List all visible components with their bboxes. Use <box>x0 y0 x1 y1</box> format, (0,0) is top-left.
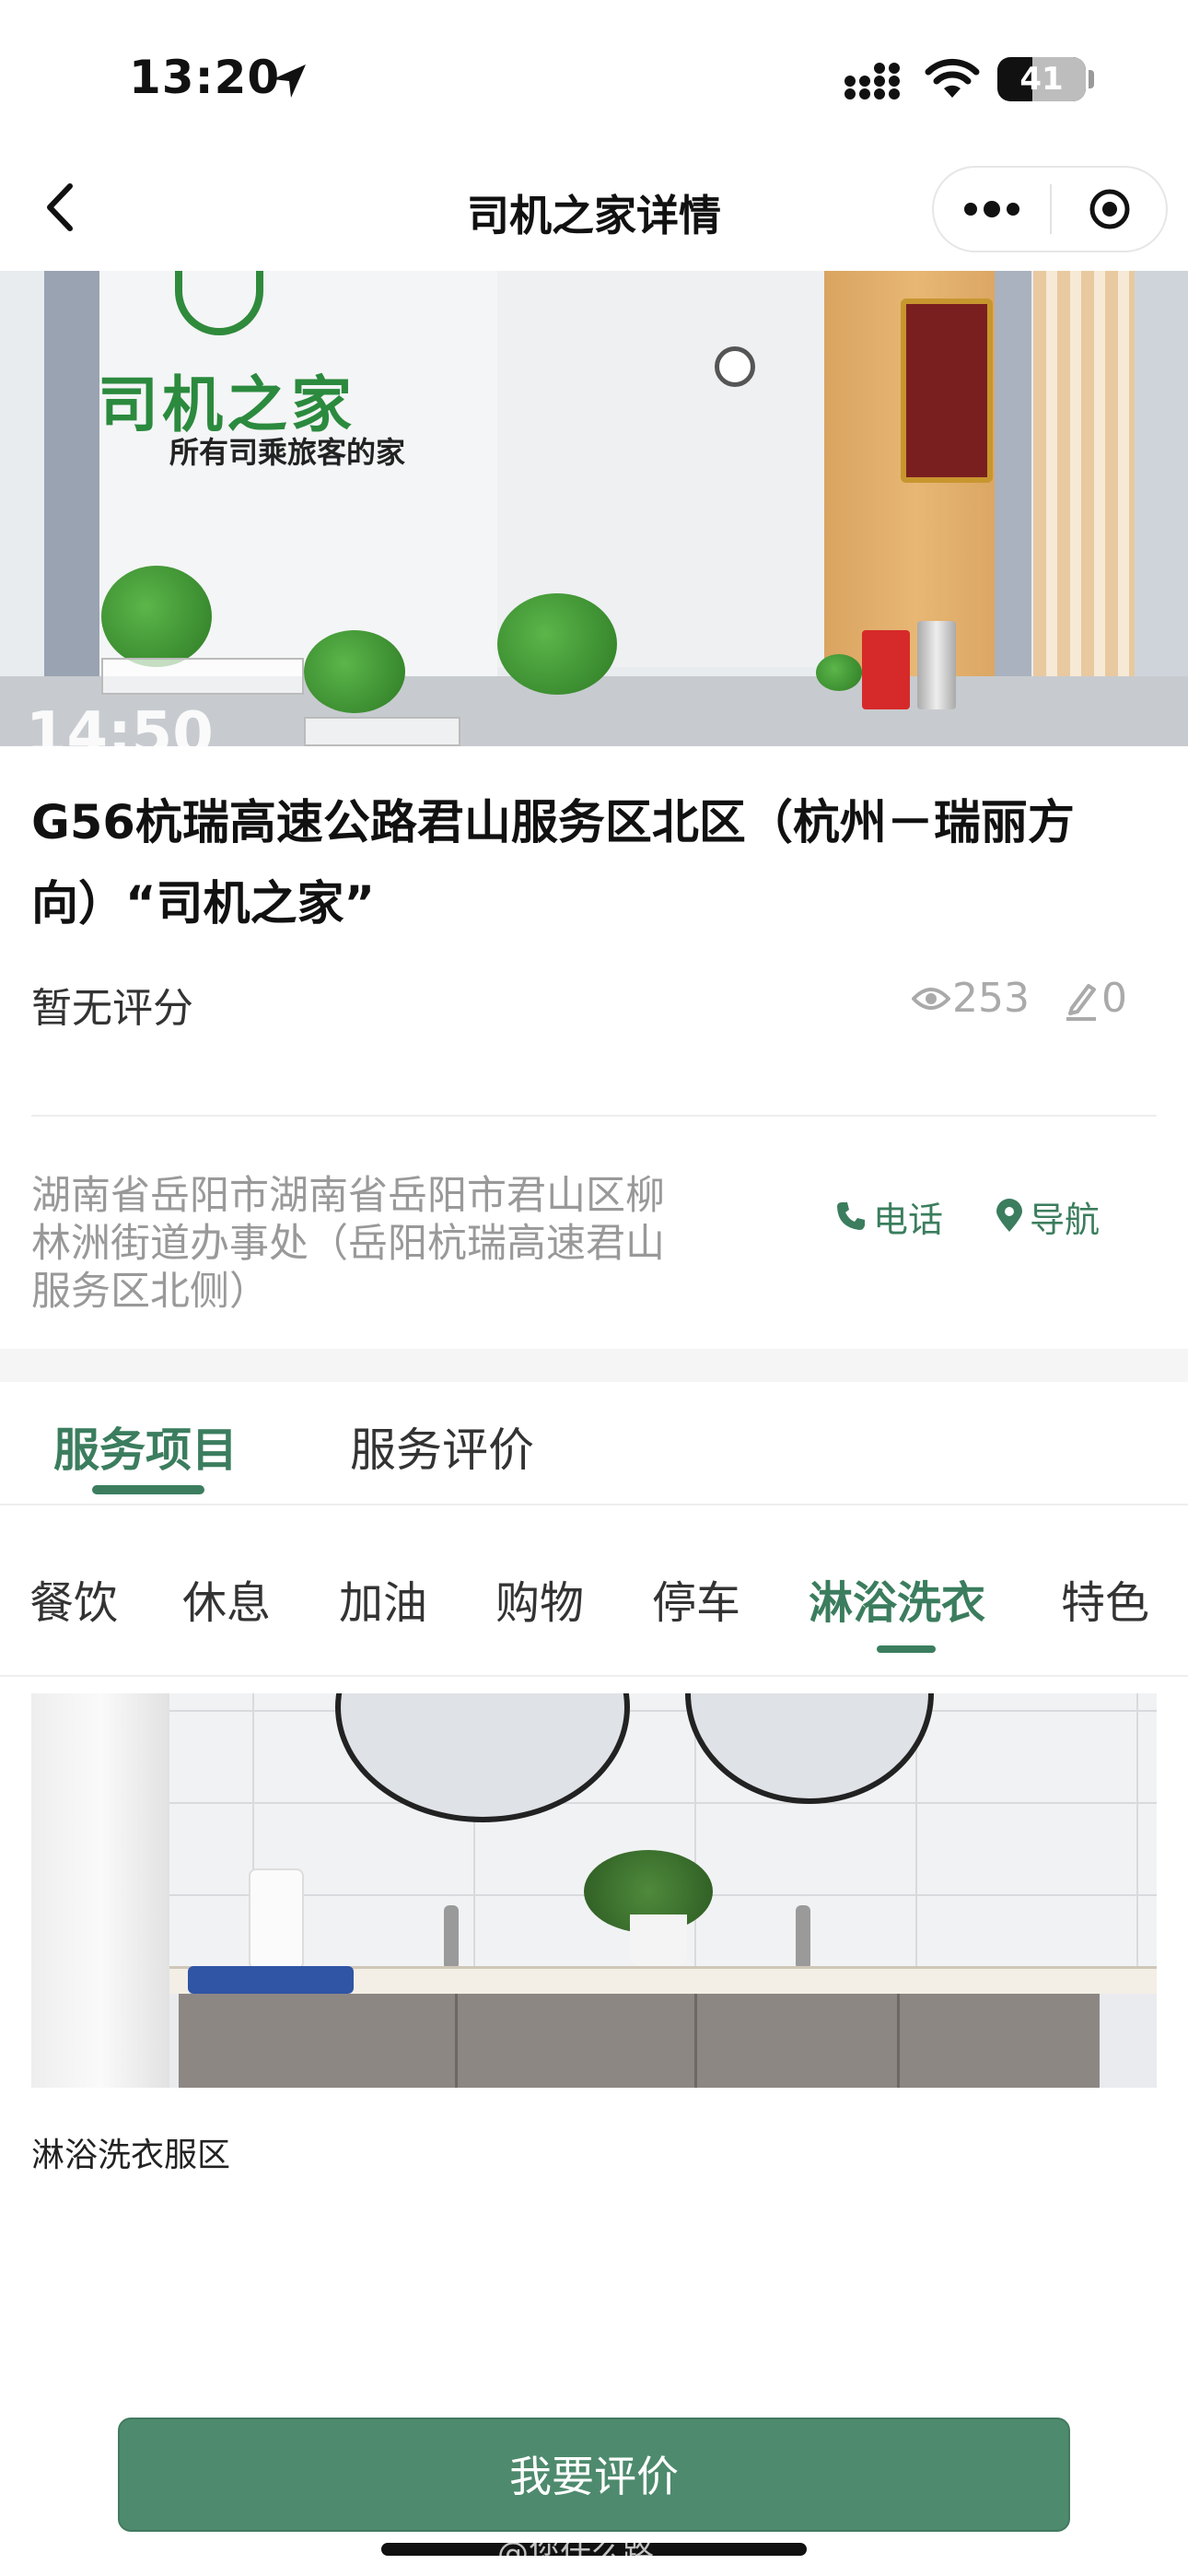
place-title: G56杭瑞高速公路君山服务区北区（杭州－瑞丽方向）“司机之家” <box>31 796 1075 931</box>
cabinet-seam <box>455 1994 458 2088</box>
vanity-cabinet <box>179 1994 1100 2088</box>
hero-lattice <box>1033 271 1135 676</box>
cabinet-seam <box>694 1994 697 2088</box>
more-options-icon[interactable] <box>958 188 1026 230</box>
navigate-button[interactable]: 导航 <box>995 1190 1100 1242</box>
fire-extinguisher-box <box>862 630 910 709</box>
hero-door-frame <box>44 271 99 746</box>
content-caption: 淋浴洗衣服区 <box>31 2137 231 2174</box>
wall-clock <box>715 346 755 387</box>
divider <box>0 1675 1188 1677</box>
hero-sign-sub: 所有司乘旅客的家 <box>169 435 406 470</box>
category-item[interactable]: 停车 <box>652 1566 740 1631</box>
door-edge <box>31 1693 169 2088</box>
category-item[interactable]: 餐饮 <box>29 1566 118 1631</box>
wall-plaque <box>901 299 993 483</box>
category-item[interactable]: 特色 <box>1061 1566 1149 1631</box>
tab-active-indicator <box>92 1485 204 1494</box>
category-active-indicator <box>877 1645 936 1653</box>
wifi-icon <box>925 58 980 98</box>
hero-right-edge <box>1135 271 1188 746</box>
plant-middle <box>304 630 405 713</box>
status-time: 13:20 <box>129 51 281 104</box>
map-pin-icon <box>996 1199 1022 1232</box>
navigate-label: 导航 <box>1030 1199 1101 1240</box>
cabinet-seam <box>897 1994 900 2088</box>
hero-overlay-text: 14:50 <box>26 700 214 746</box>
address-text: 湖南省岳阳市湖南省岳阳市君山区柳林洲街道办事处（岳阳杭瑞高速君山服务区北侧） <box>31 1173 665 1315</box>
plant-center <box>497 593 617 695</box>
faucet <box>796 1905 810 1970</box>
category-item[interactable]: 购物 <box>495 1566 584 1631</box>
write-review-button[interactable]: 我要评价 <box>118 2418 1070 2532</box>
capsule-divider <box>1050 184 1052 234</box>
watermark-text: @您什么路 <box>497 2535 654 2572</box>
plant-pot <box>630 1914 687 1968</box>
glass-table-front <box>304 717 460 746</box>
tab-service-items[interactable]: 服务项目 <box>53 1413 238 1480</box>
divider <box>0 1504 1188 1505</box>
hero-door-frame-right <box>995 271 1031 746</box>
divider <box>31 1115 1157 1117</box>
detergent-bottle <box>249 1868 304 1970</box>
phone-button[interactable]: 电话 <box>834 1190 943 1242</box>
edits-count: 0 <box>1101 975 1127 1022</box>
blue-towel <box>188 1966 354 1994</box>
tab-service-review[interactable]: 服务评价 <box>350 1413 534 1480</box>
views-count: 253 <box>952 975 1030 1022</box>
close-capsule-icon[interactable] <box>1083 188 1136 230</box>
edit-pencil-icon <box>1066 984 1096 1021</box>
plant-left <box>101 566 212 667</box>
category-item-active[interactable]: 淋浴洗衣 <box>809 1566 985 1631</box>
battery-level: 41 <box>1019 61 1064 98</box>
cellular-signal-icon <box>844 63 900 100</box>
battery-nub <box>1089 70 1094 88</box>
phone-label: 电话 <box>873 1199 944 1240</box>
category-item[interactable]: 休息 <box>182 1566 271 1631</box>
glass-table <box>101 658 304 695</box>
eye-icon <box>912 988 950 1010</box>
hero-image-carousel[interactable]: 司机之家 所有司乘旅客的家 14:50 <box>0 271 1188 746</box>
shower-laundry-photo[interactable] <box>31 1693 1157 2088</box>
faucet <box>444 1905 459 1970</box>
phone-icon <box>837 1202 865 1230</box>
plant-small <box>816 654 862 691</box>
location-arrow-icon <box>273 64 306 98</box>
section-gap <box>0 1349 1188 1382</box>
category-item[interactable]: 加油 <box>339 1566 427 1631</box>
status-bar: 13:20 41 <box>0 0 1188 157</box>
category-bar: 餐饮 休息 加油 购物 停车 淋浴洗衣 特色 <box>0 1566 1188 1640</box>
rating-status: 暂无评分 <box>31 985 193 1032</box>
trash-bin <box>917 621 956 709</box>
